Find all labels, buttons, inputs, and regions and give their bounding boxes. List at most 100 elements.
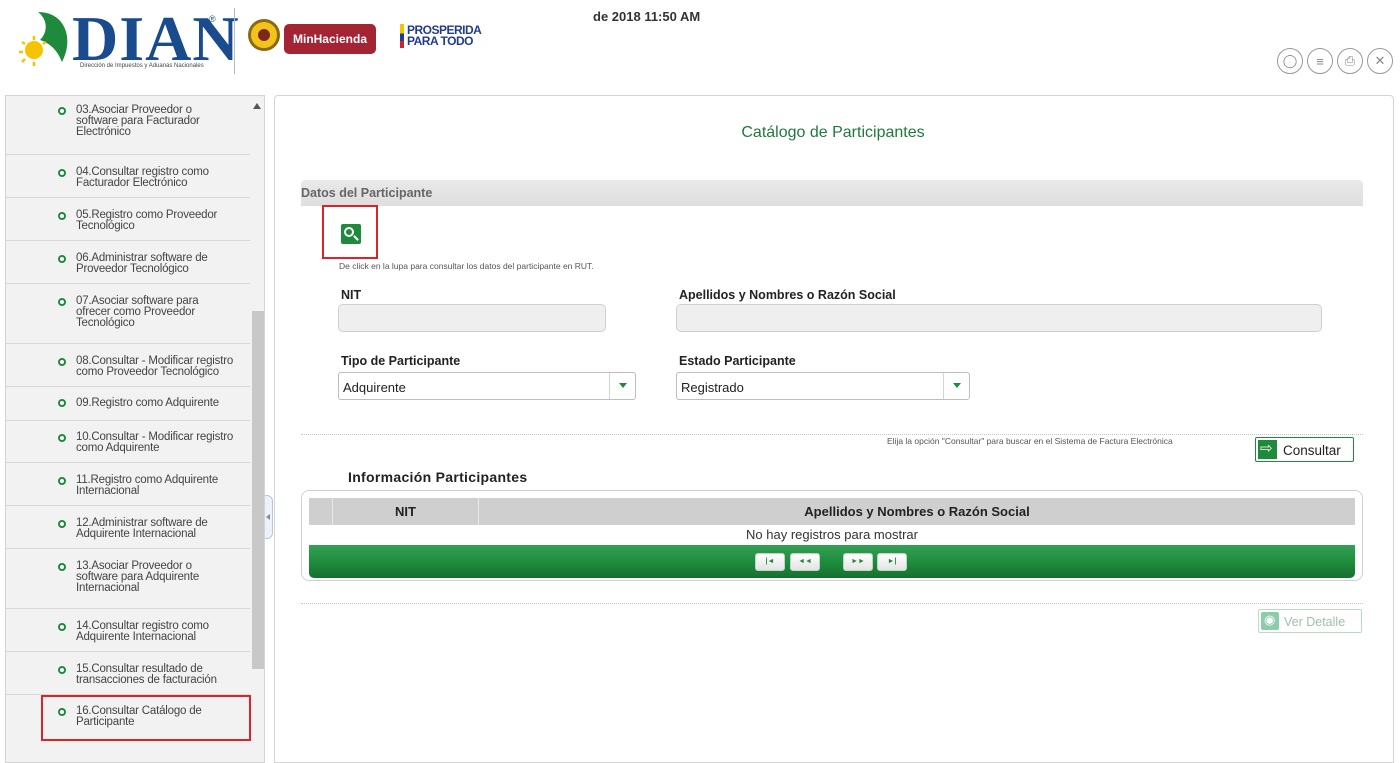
search-highlight-box bbox=[322, 205, 378, 259]
results-grid: NIT Apellidos y Nombres o Razón Social N… bbox=[301, 490, 1363, 581]
sidebar-item-label: 13.Asociar Proveedor o software para Adq… bbox=[76, 560, 200, 594]
sidebar-item-label: 03.Asociar Proveedor o software para Fac… bbox=[76, 104, 200, 138]
estado-participante-value: Registrado bbox=[681, 380, 744, 395]
results-title: Información Participantes bbox=[348, 469, 528, 485]
sidebar-item-label: 11.Registro como Adquirente Internaciona… bbox=[76, 474, 219, 497]
colombia-shield-icon bbox=[248, 19, 280, 51]
sidebar-scroll-thumb[interactable] bbox=[252, 311, 264, 669]
prosperidad-logo: PROSPERIDA PARA TODO bbox=[400, 22, 510, 56]
last-page-icon[interactable]: ►| bbox=[877, 553, 907, 571]
consultar-button-label: Consultar bbox=[1283, 443, 1341, 458]
sidebar-item-registro-proveedor[interactable]: 05.Registro como Proveedor Tecnológico bbox=[6, 198, 250, 241]
bullet-icon bbox=[58, 563, 66, 571]
nit-field[interactable] bbox=[338, 304, 606, 332]
bullet-icon bbox=[58, 255, 66, 263]
sidebar-item-asociar-proveedor-facturador[interactable]: 03.Asociar Proveedor o software para Fac… bbox=[6, 96, 250, 155]
sidebar-item-label: 09.Registro como Adquirente bbox=[76, 397, 219, 409]
ver-detalle-label: Ver Detalle bbox=[1284, 615, 1346, 629]
main-panel: Catálogo de Participantes Datos del Part… bbox=[274, 95, 1394, 763]
dian-logo-subtitle: Dirección de Impuestos y Aduanas Naciona… bbox=[80, 63, 204, 69]
bullet-icon bbox=[58, 399, 66, 407]
bullet-icon bbox=[58, 358, 66, 366]
session-datetime: de 2018 11:50 AM bbox=[593, 9, 701, 24]
page-title: Catálogo de Participantes bbox=[741, 124, 925, 141]
slogan-line-2: PARA TODO bbox=[407, 34, 473, 48]
sidebar-item-registro-adquirente-internacional[interactable]: 11.Registro como Adquirente Internaciona… bbox=[6, 463, 250, 506]
bullet-icon bbox=[58, 107, 66, 115]
grid-column-name[interactable]: Apellidos y Nombres o Razón Social bbox=[479, 498, 1355, 525]
first-page-icon[interactable]: |◄ bbox=[755, 553, 785, 571]
tipo-participante-value: Adquirente bbox=[343, 380, 406, 395]
sidebar-item-catalogo-participante[interactable]: 16.Consultar Catálogo de Participante bbox=[41, 695, 251, 741]
bullet-icon bbox=[58, 708, 66, 716]
bullet-icon bbox=[58, 477, 66, 485]
magnifier-search-icon[interactable] bbox=[341, 224, 361, 244]
name-field[interactable] bbox=[676, 304, 1322, 332]
grid-header: NIT Apellidos y Nombres o Razón Social bbox=[309, 498, 1355, 525]
bullet-icon bbox=[58, 520, 66, 528]
bullet-icon bbox=[58, 298, 66, 306]
sidebar-item-consultar-facturador[interactable]: 04.Consultar registro como Facturador El… bbox=[6, 155, 250, 198]
divider bbox=[301, 434, 1363, 435]
header-divider bbox=[234, 8, 235, 74]
shield-icon[interactable]: ◯ bbox=[1277, 48, 1303, 74]
ver-detalle-button[interactable]: Ver Detalle bbox=[1258, 609, 1362, 633]
flag-bar-icon bbox=[400, 24, 404, 48]
sidebar-item-label: 06.Administrar software de Proveedor Tec… bbox=[76, 252, 208, 275]
sidebar-menu: 03.Asociar Proveedor o software para Fac… bbox=[5, 95, 265, 763]
sidebar-item-resultado-transacciones[interactable]: 15.Consultar resultado de transacciones … bbox=[6, 652, 250, 695]
toolbar-icons: ◯ ≡ ⎙ ✕ bbox=[1277, 48, 1393, 74]
grid-column-nit[interactable]: NIT bbox=[333, 498, 479, 525]
sidebar-item-asociar-software-proveedor[interactable]: 07.Asociar software para ofrecer como Pr… bbox=[6, 284, 250, 344]
sidebar-item-administrar-proveedor[interactable]: 06.Administrar software de Proveedor Tec… bbox=[6, 241, 250, 284]
grid-pager: |◄ ◄◄ ►► ►| bbox=[309, 545, 1355, 578]
sidebar-collapse-handle[interactable] bbox=[265, 495, 273, 539]
scroll-up-arrow-icon[interactable] bbox=[253, 103, 261, 109]
estado-participante-select[interactable]: Registrado bbox=[676, 372, 970, 400]
grid-empty-message: No hay registros para mostrar bbox=[746, 527, 918, 542]
dian-registered-mark: ® bbox=[209, 14, 216, 24]
dian-sun-logo-icon bbox=[19, 12, 68, 66]
chevron-down-icon[interactable] bbox=[943, 373, 969, 399]
list-icon[interactable]: ≡ bbox=[1307, 48, 1333, 74]
prev-page-icon[interactable]: ◄◄ bbox=[790, 553, 820, 571]
sidebar-item-administrar-adquirente-internacional[interactable]: 12.Administrar software de Adquirente In… bbox=[6, 506, 250, 549]
sidebar-item-label: 05.Registro como Proveedor Tecnológico bbox=[76, 209, 218, 232]
divider bbox=[301, 603, 1363, 604]
minhacienda-badge: MinHacienda bbox=[284, 24, 376, 54]
bullet-icon bbox=[58, 212, 66, 220]
sidebar-item-registro-adquirente[interactable]: 09.Registro como Adquirente bbox=[6, 387, 250, 421]
sidebar-item-modificar-proveedor[interactable]: 08.Consultar - Modificar registro como P… bbox=[6, 344, 250, 387]
close-circle-icon[interactable]: ✕ bbox=[1367, 48, 1393, 74]
estado-participante-label: Estado Participante bbox=[679, 354, 796, 368]
consult-hint: Elija la opción "Consultar" para buscar … bbox=[887, 436, 1173, 446]
section-title: Datos del Participante bbox=[301, 186, 433, 200]
sidebar-item-label: 14.Consultar registro como Adquirente In… bbox=[76, 620, 209, 643]
bullet-icon bbox=[58, 666, 66, 674]
sidebar-item-asociar-proveedor-adquirente[interactable]: 13.Asociar Proveedor o software para Adq… bbox=[6, 549, 250, 609]
sidebar-list: 03.Asociar Proveedor o software para Fac… bbox=[6, 96, 251, 741]
bullet-icon bbox=[58, 434, 66, 442]
rut-search-hint: De click en la lupa para consultar los d… bbox=[339, 261, 594, 271]
nit-label: NIT bbox=[341, 288, 362, 302]
name-label: Apellidos y Nombres o Razón Social bbox=[679, 288, 896, 302]
bullet-icon bbox=[58, 169, 66, 177]
bullet-icon bbox=[58, 623, 66, 631]
tipo-participante-select[interactable]: Adquirente bbox=[338, 372, 636, 400]
sidebar-item-label: 07.Asociar software para ofrecer como Pr… bbox=[76, 295, 199, 329]
sidebar-item-label: 16.Consultar Catálogo de Participante bbox=[76, 705, 202, 728]
chevron-down-icon[interactable] bbox=[609, 373, 635, 399]
sidebar-item-modificar-adquirente[interactable]: 10.Consultar - Modificar registro como A… bbox=[6, 421, 250, 463]
sidebar-item-label: 04.Consultar registro como Facturador El… bbox=[76, 166, 209, 189]
sidebar-item-label: 08.Consultar - Modificar registro como P… bbox=[76, 355, 234, 378]
grid-select-column[interactable] bbox=[309, 498, 333, 525]
sidebar-item-consultar-adquirente-internacional[interactable]: 14.Consultar registro como Adquirente In… bbox=[6, 609, 250, 652]
consultar-button[interactable]: Consultar bbox=[1255, 437, 1354, 462]
app-header: DIAN ® Dirección de Impuestos y Aduanas … bbox=[0, 0, 1400, 90]
printer-icon[interactable]: ⎙ bbox=[1337, 48, 1363, 74]
section-header: Datos del Participante bbox=[301, 180, 1363, 206]
next-page-icon[interactable]: ►► bbox=[843, 553, 873, 571]
arrow-right-icon bbox=[1258, 439, 1277, 459]
sidebar-item-label: 12.Administrar software de Adquirente In… bbox=[76, 517, 208, 540]
sidebar-item-label: 15.Consultar resultado de transacciones … bbox=[76, 663, 217, 686]
